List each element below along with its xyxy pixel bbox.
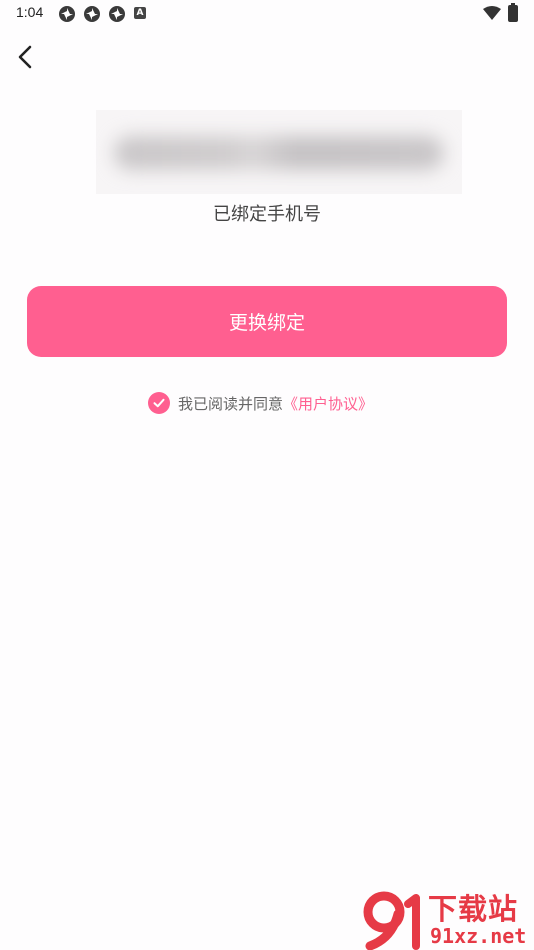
status-time: 1:04 <box>16 4 44 20</box>
user-agreement-link[interactable]: 《用户协议》 <box>283 393 373 414</box>
checkmark-icon <box>153 398 165 408</box>
battery-icon <box>508 3 518 22</box>
aperture-icon <box>59 6 75 22</box>
back-button[interactable] <box>10 42 40 72</box>
status-bar: 1:04 A <box>0 0 534 28</box>
site-watermark: 下载站 91xz.net <box>362 886 534 950</box>
agreement-text: 我已阅读并同意 <box>178 394 284 413</box>
agreement-row: 我已阅读并同意 《用户协议》 <box>148 391 373 415</box>
agreement-checkbox[interactable] <box>148 392 170 414</box>
a-badge-icon: A <box>134 7 146 19</box>
bound-phone-label: 已绑定手机号 <box>213 204 321 225</box>
chevron-left-icon <box>18 45 32 69</box>
watermark-title: 下载站 <box>428 892 519 926</box>
phone-number-blur <box>114 136 444 170</box>
watermark-logo <box>363 891 420 950</box>
aperture-icon <box>84 6 100 22</box>
watermark-url: 91xz.net <box>430 924 527 948</box>
aperture-icon <box>109 6 125 22</box>
change-binding-button[interactable]: 更换绑定 <box>27 286 507 357</box>
wifi-icon <box>483 6 501 20</box>
masked-phone-number <box>96 110 462 194</box>
